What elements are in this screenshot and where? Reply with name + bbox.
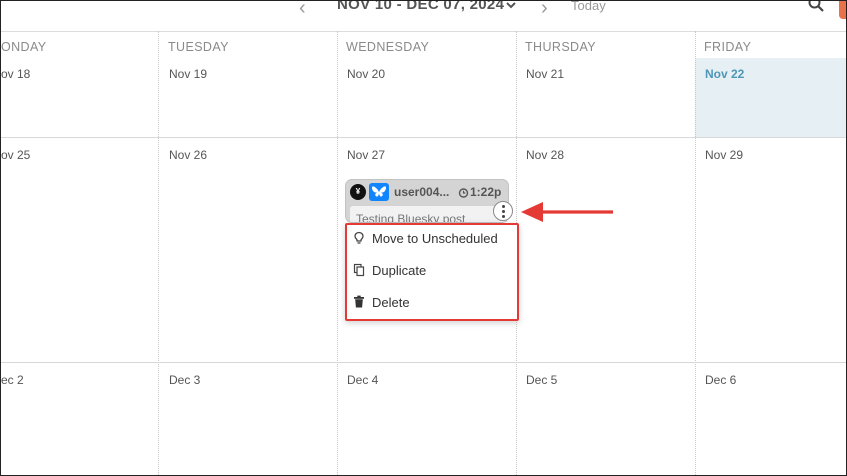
weekday-wednesday: WEDNESDAY bbox=[346, 40, 430, 54]
highlight-box bbox=[345, 223, 519, 321]
event-preview: Testing Bluesky post bbox=[350, 206, 508, 223]
day-cell-date[interactable]: Nov 21 bbox=[526, 67, 564, 81]
next-range-button[interactable]: › bbox=[541, 1, 548, 20]
column-divider bbox=[337, 31, 338, 475]
weekday-thursday: THURSDAY bbox=[525, 40, 597, 54]
day-cell-date[interactable]: Nov 28 bbox=[526, 148, 564, 162]
day-cell-date[interactable]: Nov 20 bbox=[347, 67, 385, 81]
week-divider bbox=[1, 362, 846, 363]
brand-badge bbox=[839, 1, 846, 19]
column-divider bbox=[158, 31, 159, 475]
week-divider bbox=[1, 137, 846, 138]
scheduled-post-card[interactable]: ¥ user004... 1:22p Testing Bluesky post bbox=[345, 179, 509, 223]
weekday-friday: FRIDAY bbox=[704, 40, 752, 54]
day-cell-date[interactable]: Dec 6 bbox=[705, 373, 736, 387]
day-cell-date[interactable]: ec 2 bbox=[1, 373, 24, 387]
annotation-arrow-icon bbox=[519, 197, 615, 232]
search-icon[interactable] bbox=[807, 1, 825, 18]
event-time: 1:22p bbox=[470, 185, 502, 199]
day-cell-date[interactable]: Nov 19 bbox=[169, 67, 207, 81]
more-options-button[interactable] bbox=[493, 201, 513, 221]
day-cell-date[interactable]: Dec 5 bbox=[526, 373, 557, 387]
bluesky-icon bbox=[369, 183, 389, 201]
weekday-header-row: ONDAY TUESDAY WEDNESDAY THURSDAY FRIDAY bbox=[1, 31, 846, 57]
day-cell-date[interactable]: Dec 4 bbox=[347, 373, 378, 387]
calendar-window: ‹ NOV 10 - DEC 07, 2024 › Today ONDAY TU… bbox=[0, 0, 847, 476]
day-cell-date[interactable]: ov 18 bbox=[1, 67, 30, 81]
day-cell-date[interactable]: ov 25 bbox=[1, 148, 30, 162]
weekday-monday: ONDAY bbox=[1, 40, 47, 54]
date-range-label[interactable]: NOV 10 - DEC 07, 2024 bbox=[337, 1, 504, 13]
clock-icon bbox=[458, 185, 469, 203]
previous-range-button[interactable]: ‹ bbox=[299, 1, 306, 20]
event-preview-text: Testing Bluesky post bbox=[356, 212, 466, 223]
day-cell-date[interactable]: Nov 29 bbox=[705, 148, 743, 162]
day-cell-date[interactable]: Nov 27 bbox=[347, 148, 385, 162]
chevron-down-icon[interactable] bbox=[505, 1, 517, 16]
today-button[interactable]: Today bbox=[571, 1, 606, 13]
event-username: user004... bbox=[394, 185, 450, 199]
column-divider bbox=[695, 31, 696, 475]
avatar: ¥ bbox=[350, 184, 366, 200]
today-date[interactable]: Nov 22 bbox=[705, 67, 744, 81]
day-cell-date[interactable]: Nov 26 bbox=[169, 148, 207, 162]
weekday-tuesday: TUESDAY bbox=[168, 40, 229, 54]
day-cell-date[interactable]: Dec 3 bbox=[169, 373, 200, 387]
event-header: ¥ user004... 1:22p bbox=[346, 180, 508, 204]
calendar-toolbar: ‹ NOV 10 - DEC 07, 2024 › Today bbox=[1, 1, 846, 32]
